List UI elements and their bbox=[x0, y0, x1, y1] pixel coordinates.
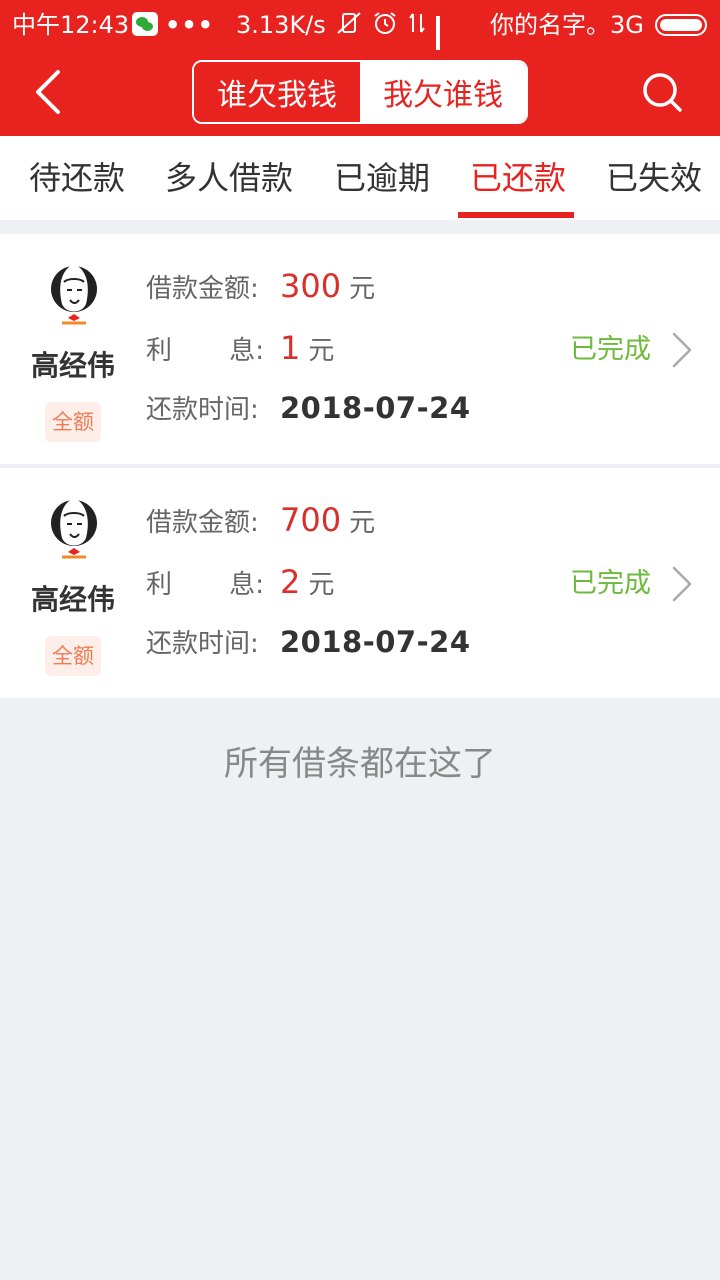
repay-time-row: 还款时间: 2018-07-24 bbox=[146, 622, 471, 662]
interest-row: 利息: 1 元 bbox=[146, 328, 334, 368]
status-bar: 中午12:43 ••• 3.13K/s 你的名字。3G bbox=[0, 0, 720, 86]
battery-icon bbox=[655, 14, 707, 36]
amount-row: 借款金额: 300 元 bbox=[146, 266, 375, 306]
status-label: 已完成 bbox=[570, 568, 651, 599]
amount-value: 300 bbox=[280, 267, 342, 305]
alarm-icon bbox=[372, 10, 398, 44]
status-label: 已完成 bbox=[570, 334, 651, 365]
back-button[interactable] bbox=[22, 64, 78, 120]
amount-row: 借款金额: 700 元 bbox=[146, 500, 375, 540]
tab-expired[interactable]: 已失效 bbox=[606, 136, 702, 220]
data-transfer-icon bbox=[408, 11, 426, 43]
network-speed: 3.13K/s bbox=[236, 11, 326, 39]
segment-they-owe-me[interactable]: 谁欠我钱 bbox=[194, 62, 360, 122]
interest-label: 利息: bbox=[146, 570, 264, 600]
interest-row: 利息: 2 元 bbox=[146, 562, 334, 602]
avatar bbox=[50, 260, 98, 326]
amount-unit: 元 bbox=[349, 274, 376, 304]
status-time: 中午12:43 bbox=[12, 11, 130, 39]
vibrate-off-icon bbox=[336, 11, 362, 43]
interest-unit: 元 bbox=[308, 336, 335, 366]
segmented-control: 谁欠我钱 我欠谁钱 bbox=[192, 60, 528, 124]
repay-date: 2018-07-24 bbox=[280, 391, 471, 425]
amount-value: 700 bbox=[280, 501, 342, 539]
tab-multi-person[interactable]: 多人借款 bbox=[165, 136, 293, 220]
repay-time-row: 还款时间: 2018-07-24 bbox=[146, 388, 471, 428]
repay-time-label: 还款时间: bbox=[146, 629, 259, 659]
nav-bar: 谁欠我钱 我欠谁钱 bbox=[0, 50, 720, 136]
status-icons bbox=[336, 10, 440, 86]
wechat-icon bbox=[132, 12, 158, 36]
chevron-right-icon[interactable] bbox=[668, 328, 696, 372]
end-of-list-note: 所有借条都在这了 bbox=[224, 744, 496, 784]
tab-pending[interactable]: 待还款 bbox=[29, 136, 125, 220]
chevron-left-icon bbox=[36, 70, 60, 114]
signal-icon bbox=[436, 16, 440, 86]
carrier-name: 你的名字。3G bbox=[490, 11, 644, 39]
loan-card[interactable]: 高经伟 全额 借款金额: 300 元 利息: 1 元 还款时间: 2018-07… bbox=[0, 234, 720, 464]
amount-label: 借款金额: bbox=[146, 274, 259, 304]
full-amount-badge: 全额 bbox=[45, 402, 101, 442]
interest-value: 2 bbox=[280, 563, 301, 601]
tab-overdue[interactable]: 已逾期 bbox=[334, 136, 430, 220]
borrower-name: 高经伟 bbox=[30, 583, 115, 616]
search-icon bbox=[643, 73, 682, 112]
amount-unit: 元 bbox=[349, 508, 376, 538]
tab-repaid[interactable]: 已还款 bbox=[470, 136, 566, 220]
amount-label: 借款金额: bbox=[146, 508, 259, 538]
more-notifications-icon: ••• bbox=[165, 11, 215, 39]
loan-card[interactable]: 高经伟 全额 借款金额: 700 元 利息: 2 元 还款时间: 2018-07… bbox=[0, 468, 720, 698]
interest-unit: 元 bbox=[308, 570, 335, 600]
search-button[interactable] bbox=[636, 66, 688, 118]
repay-date: 2018-07-24 bbox=[280, 625, 471, 659]
segment-i-owe[interactable]: 我欠谁钱 bbox=[360, 62, 526, 122]
borrower-name: 高经伟 bbox=[30, 349, 115, 382]
filter-tabs: 待还款 多人借款 已逾期 已还款 已失效 bbox=[0, 136, 720, 220]
interest-value: 1 bbox=[280, 329, 301, 367]
chevron-right-icon[interactable] bbox=[668, 562, 696, 606]
active-tab-indicator bbox=[458, 212, 574, 218]
full-amount-badge: 全额 bbox=[45, 636, 101, 676]
interest-label: 利息: bbox=[146, 336, 264, 366]
avatar bbox=[50, 494, 98, 560]
repay-time-label: 还款时间: bbox=[146, 395, 259, 425]
